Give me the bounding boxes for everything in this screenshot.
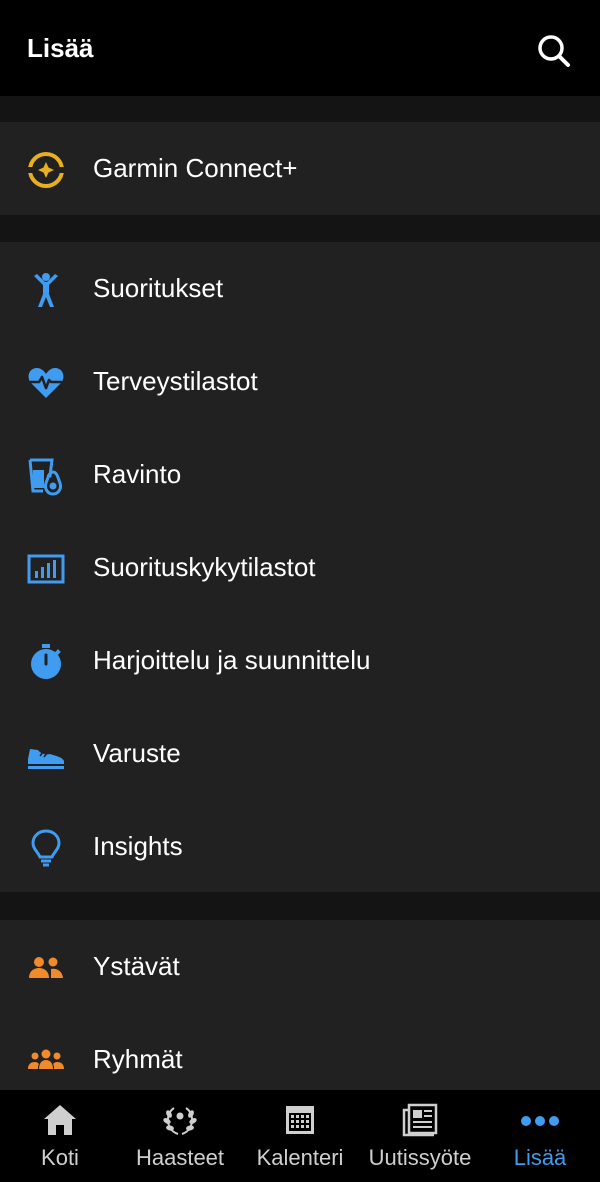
garmin-connect-plus-icon <box>26 150 66 190</box>
menu-item-label: Varuste <box>93 738 181 768</box>
menu-item-label: Ravinto <box>93 459 182 489</box>
menu-item-ravinto[interactable]: Ravinto <box>0 428 600 521</box>
tab-label: Kalenteri <box>256 1145 344 1170</box>
lightbulb-icon <box>26 828 66 868</box>
app-screen: Lisää Garmin Connect+ Suoritukset Tervey… <box>0 0 600 1182</box>
home-icon <box>40 1102 80 1138</box>
menu-item-label: Terveystilastot <box>93 366 258 396</box>
menu-item-label: Ystävät <box>93 951 180 981</box>
menu-item-varuste[interactable]: Varuste <box>0 707 600 800</box>
groups-icon <box>26 1041 66 1081</box>
tab-kalenteri[interactable]: Kalenteri <box>240 1090 360 1182</box>
calendar-icon <box>280 1102 320 1138</box>
menu-item-label: Insights <box>93 831 183 861</box>
menu-item-insights[interactable]: Insights <box>0 800 600 893</box>
more-dots-icon <box>520 1102 560 1138</box>
friends-icon <box>26 948 66 988</box>
tab-lisaa[interactable]: Lisää <box>480 1090 600 1182</box>
menu-item-label: Garmin Connect+ <box>93 153 298 183</box>
main-section: Suoritukset Terveystilastot Ravinto Suor… <box>0 242 600 892</box>
bar-chart-icon <box>26 549 66 589</box>
tab-koti[interactable]: Koti <box>0 1090 120 1182</box>
menu-item-label: Harjoittelu ja suunnittelu <box>93 645 371 675</box>
running-person-icon <box>26 270 66 310</box>
menu-item-label: Suoritukset <box>93 273 224 303</box>
menu-item-terveystilastot[interactable]: Terveystilastot <box>0 335 600 428</box>
page-title: Lisää <box>27 33 94 63</box>
newsfeed-icon <box>400 1102 440 1138</box>
laurel-icon <box>160 1102 200 1138</box>
menu-item-suoritukset[interactable]: Suoritukset <box>0 242 600 335</box>
search-icon <box>538 35 570 67</box>
tab-label: Koti <box>41 1145 79 1170</box>
tab-label: Uutissyöte <box>368 1145 472 1170</box>
tab-label: Haasteet <box>135 1145 225 1170</box>
nutrition-icon <box>26 456 66 496</box>
menu-item-label: Ryhmät <box>93 1044 183 1074</box>
menu-item-garmin-connect-plus[interactable]: Garmin Connect+ <box>0 122 600 215</box>
menu-item-ystavat[interactable]: Ystävät <box>0 920 600 1013</box>
search-button[interactable] <box>530 27 578 75</box>
tab-haasteet[interactable]: Haasteet <box>120 1090 240 1182</box>
menu-item-harjoittelu[interactable]: Harjoittelu ja suunnittelu <box>0 614 600 707</box>
menu-item-suorituskykytilastot[interactable]: Suorituskykytilastot <box>0 521 600 614</box>
bottom-tab-bar: Koti Haasteet Kalenteri Uutissyöte Lisää <box>0 1090 600 1182</box>
stopwatch-icon <box>26 642 66 682</box>
premium-section: Garmin Connect+ <box>0 122 600 215</box>
top-app-bar: Lisää <box>0 0 600 96</box>
tab-label: Lisää <box>513 1145 567 1170</box>
shoe-icon <box>26 735 66 775</box>
menu-item-label: Suorituskykytilastot <box>93 552 316 582</box>
heart-pulse-icon <box>26 363 66 403</box>
social-section: Ystävät Ryhmät <box>0 920 600 1090</box>
tab-uutissyote[interactable]: Uutissyöte <box>360 1090 480 1182</box>
